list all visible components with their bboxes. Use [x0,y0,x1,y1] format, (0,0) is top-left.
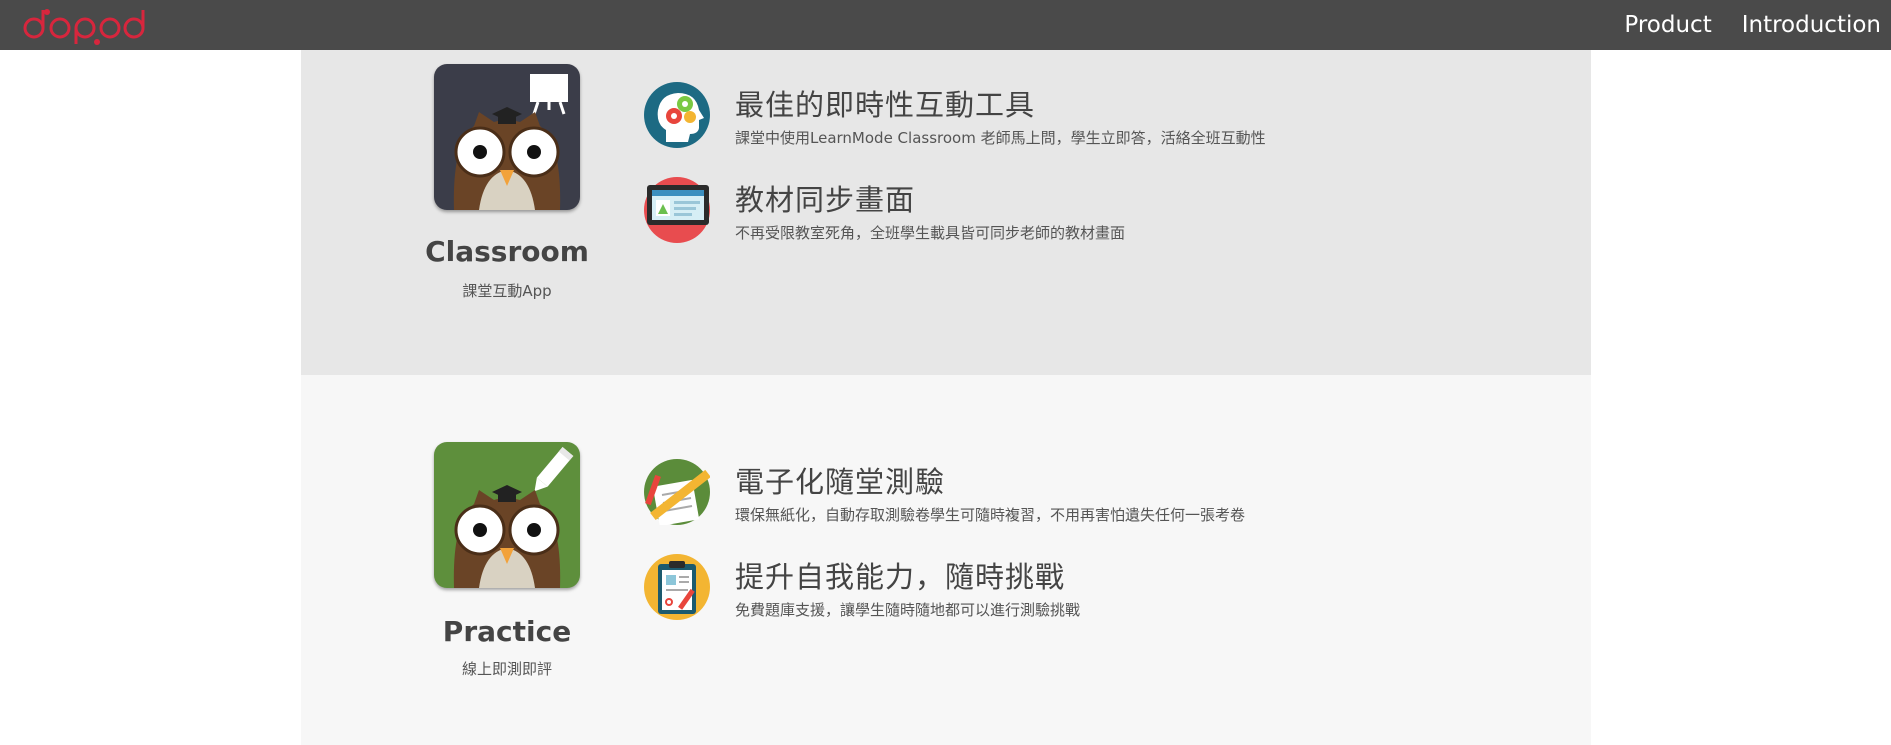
clipboard-icon [644,554,710,620]
feature-title: 最佳的即時性互動工具 [735,88,1036,122]
feature-description: 免費題庫支援，讓學生隨時隨地都可以進行測驗挑戰 [735,601,1081,619]
nav-product[interactable]: Product [1604,12,1721,38]
feature-title: 提升自我能力，隨時挑戰 [735,560,1066,594]
feature-description: 課堂中使用LearnMode Classroom 老師馬上問，學生立即答，活絡全… [735,129,1266,147]
classroom-section: Classroom 課堂互動App 最佳的即時性互動工具 課堂中使用LearnM… [301,50,1591,375]
dopod-logo[interactable] [22,4,146,46]
classroom-app-subtitle: 課堂互動App [462,282,552,300]
feature-title: 教材同步畫面 [735,183,916,217]
owl-pencil-icon [453,446,574,588]
top-nav-bar: Product Introduction [0,0,1891,50]
practice-section: Practice 線上即測即評 電子化隨堂測驗 環保無紙化，自動存取測驗卷學生可… [301,375,1591,745]
pencil-paper-icon [644,459,710,525]
practice-app-icon[interactable] [434,442,580,588]
feature-title: 電子化隨堂測驗 [735,465,946,499]
practice-app-title: Practice [442,615,572,648]
feature-description: 不再受限教室死角，全班學生載具皆可同步老師的教材畫面 [735,224,1126,242]
classroom-app-title: Classroom [425,235,589,268]
owl-teacher-icon [453,74,568,210]
nav-introduction[interactable]: Introduction [1722,12,1891,38]
main-nav: Product Introduction [1604,0,1891,50]
tablet-screen-icon [644,177,710,243]
practice-app-subtitle: 線上即測即評 [461,660,552,678]
feature-description: 環保無紙化，自動存取測驗卷學生可隨時複習，不用再害怕遺失任何一張考卷 [735,506,1246,524]
gears-head-icon [644,82,710,148]
classroom-app-icon[interactable] [434,64,580,210]
